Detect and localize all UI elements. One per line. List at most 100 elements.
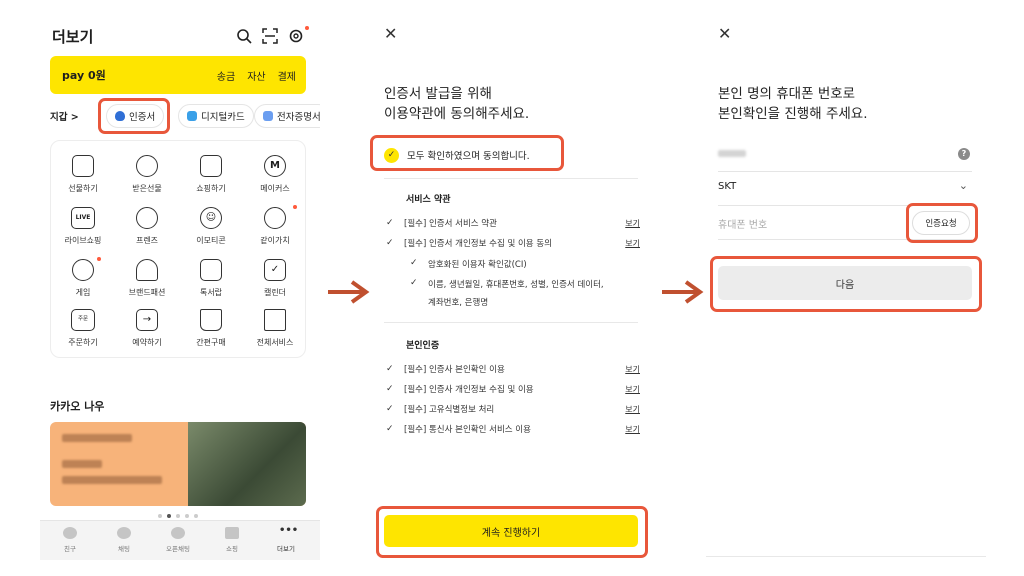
check-icon: ✓ [386, 218, 394, 228]
carrier-value: SKT [718, 181, 737, 192]
view-link[interactable]: 보기 [625, 384, 640, 395]
smile-icon: ☺ [200, 207, 222, 229]
check-icon: ✓ [386, 238, 394, 248]
chat-icon [117, 527, 131, 539]
heading-line-2: 이용약관에 동의해주세요. [384, 106, 530, 122]
pay-send-link[interactable]: 송금 [217, 68, 235, 83]
service-together-value[interactable]: 같이가치 [243, 205, 307, 257]
tab-more[interactable]: ••• 더보기 [266, 525, 306, 554]
sub-term-row[interactable]: ✓ 암호화된 이용자 확인값(CI) [410, 258, 640, 270]
check-icon: ✓ [410, 258, 418, 268]
section-title-auth: 본인인증 [406, 341, 440, 351]
sub-term-row[interactable]: ✓ 이름, 생년월일, 휴대폰번호, 성별, 인증서 데이터, [410, 278, 640, 290]
tab-open-chat[interactable]: 오픈채팅 [158, 527, 198, 553]
page-title: 본인 명의 휴대폰 번호로 본인확인을 진행해 주세요. [718, 84, 868, 124]
service-grid: 선물하기 받은선물 쇼핑하기 M 메이커스 LIVE 라이브쇼핑 프렌즈 ☺ 이모티콘… [50, 140, 306, 358]
flow-arrow-icon [328, 280, 370, 304]
kakao-now-title: 카카오 나우 [50, 400, 105, 413]
tab-chat[interactable]: 채팅 [104, 527, 144, 553]
e-certificate-chip[interactable]: 전자증명서 [254, 104, 320, 128]
view-link[interactable]: 보기 [625, 238, 640, 249]
service-game[interactable]: 게임 [51, 257, 115, 309]
more-dots-icon: ••• [279, 525, 299, 536]
phone-placeholder: 휴대폰 번호 [718, 220, 768, 231]
service-quick-buy[interactable]: 간편구매 [179, 309, 243, 359]
name-field[interactable]: ? [718, 138, 972, 172]
sub-term-continuation: 계좌번호, 은행명 [428, 298, 489, 308]
page-title: 더보기 [52, 28, 94, 46]
makers-icon: M [264, 155, 286, 177]
term-row[interactable]: ✓ [필수] 인증사 개인정보 수집 및 이용 보기 [386, 382, 640, 396]
e-certificate-label: 전자증명서 [277, 112, 320, 123]
service-gift[interactable]: 선물하기 [51, 155, 115, 205]
section-title-service: 서비스 약관 [406, 195, 451, 205]
term-row[interactable]: ✓ [필수] 인증서 서비스 약관 보기 [386, 216, 640, 230]
agree-all-checkbox[interactable]: ✓ 모두 확인하였으며 동의합니다. [384, 143, 634, 167]
term-row[interactable]: ✓ [필수] 인증사 본인확인 이용 보기 [386, 362, 640, 376]
chip-row: 지갑 > 인증서 디지털카드 전자증명서 [50, 104, 320, 130]
term-row[interactable]: ✓ [필수] 통신사 본인확인 서비스 이용 보기 [386, 422, 640, 436]
service-emoticon[interactable]: ☺ 이모티콘 [179, 207, 243, 257]
service-all-services[interactable]: 전체서비스 [243, 309, 307, 359]
document-icon [263, 111, 273, 121]
continue-button[interactable]: 계속 진행하기 [384, 515, 638, 547]
bottom-divider [706, 556, 986, 557]
digital-card-chip[interactable]: 디지털카드 [178, 104, 254, 128]
service-friends[interactable]: 프렌즈 [115, 207, 179, 257]
drawer-icon [200, 259, 222, 281]
close-icon[interactable]: ✕ [384, 26, 400, 42]
term-row[interactable]: ✓ [필수] 고유식별정보 처리 보기 [386, 402, 640, 416]
service-received-gift[interactable]: 받은선물 [115, 155, 179, 205]
live-icon: LIVE [71, 207, 95, 229]
service-live-shopping[interactable]: LIVE 라이브쇼핑 [51, 207, 115, 257]
certificate-chip[interactable]: 인증서 [106, 104, 165, 128]
check-icon: ✓ [386, 384, 394, 394]
carousel-dot-active[interactable] [167, 514, 171, 518]
calendar-icon: ✓ [264, 259, 286, 281]
close-icon[interactable]: ✕ [718, 26, 734, 42]
carousel-dot[interactable] [185, 514, 189, 518]
service-calendar[interactable]: ✓ 캘린더 [243, 259, 307, 309]
carousel-dot[interactable] [176, 514, 180, 518]
pay-bar[interactable]: pay 0원 송금 자산 결제 [50, 56, 306, 94]
term-row[interactable]: ✓ [필수] 인증서 개인정보 수집 및 이용 동의 보기 [386, 236, 640, 250]
masked-name [718, 150, 746, 157]
pay-payment-link[interactable]: 결제 [278, 68, 296, 83]
view-link[interactable]: 보기 [625, 424, 640, 435]
service-talk-drawer[interactable]: 톡서랍 [179, 259, 243, 309]
search-icon[interactable] [236, 28, 252, 44]
verify-request-button[interactable]: 인증요청 [912, 211, 970, 235]
help-icon[interactable]: ? [958, 148, 970, 160]
view-link[interactable]: 보기 [625, 364, 640, 375]
gear-icon[interactable] [288, 28, 304, 44]
next-button[interactable]: 다음 [718, 266, 972, 300]
tab-friends[interactable]: 친구 [50, 527, 90, 553]
scan-icon[interactable] [262, 28, 278, 44]
store-icon [200, 155, 222, 177]
bottom-tab-bar: 친구 채팅 오픈채팅 쇼핑 ••• 더보기 [40, 520, 320, 560]
carrier-select[interactable]: SKT ⌄ [718, 172, 972, 206]
sub-term-label: 암호화된 이용자 확인값(CI) [428, 260, 527, 270]
view-link[interactable]: 보기 [625, 404, 640, 415]
check-icon: ✓ [386, 404, 394, 414]
digital-card-label: 디지털카드 [201, 112, 245, 123]
heading-line-2: 본인확인을 진행해 주세요. [718, 106, 868, 122]
service-brand-fashion[interactable]: 브랜드패션 [115, 259, 179, 309]
carousel-dot[interactable] [194, 514, 198, 518]
tab-shopping[interactable]: 쇼핑 [212, 527, 252, 553]
service-makers[interactable]: M 메이커스 [243, 155, 307, 205]
wallet-chip[interactable]: 지갑 > [50, 104, 87, 128]
carousel-dot[interactable] [158, 514, 162, 518]
heading-line-1: 인증서 발급을 위해 [384, 86, 492, 102]
gamepad-icon [72, 259, 94, 281]
blurred-text [62, 434, 132, 442]
service-shopping[interactable]: 쇼핑하기 [179, 155, 243, 205]
pay-assets-link[interactable]: 자산 [247, 68, 265, 83]
sub-term-label: 이름, 생년월일, 휴대폰번호, 성별, 인증서 데이터, [428, 280, 604, 290]
phone-field[interactable]: 휴대폰 번호 인증요청 [718, 206, 972, 240]
view-link[interactable]: 보기 [625, 218, 640, 229]
more-screen: 더보기 pay 0원 송금 자산 결제 지갑 > 인증서 디지털카드 전자증명서… [40, 0, 320, 576]
now-banner[interactable] [50, 422, 306, 506]
service-reservation[interactable]: → 예약하기 [115, 309, 179, 359]
service-order[interactable]: 주문 주문하기 [51, 309, 115, 359]
